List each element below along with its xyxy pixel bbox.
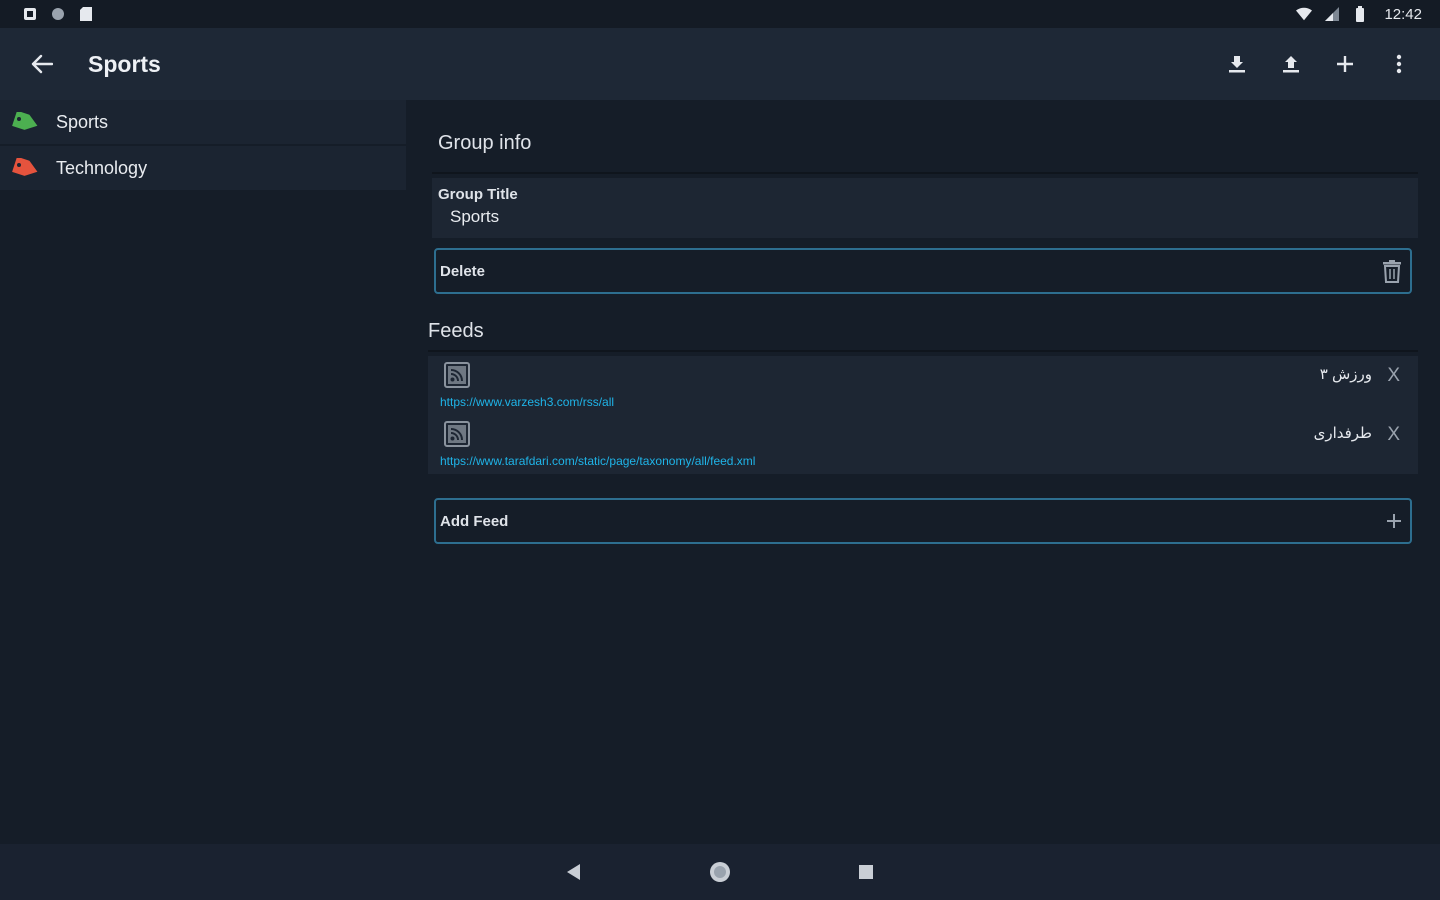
arrow-back-icon	[31, 54, 53, 74]
tag-icon	[12, 111, 40, 133]
more-vert-icon	[1396, 54, 1402, 74]
feed-name: طرفداری	[1313, 425, 1372, 442]
signal-icon	[1324, 6, 1340, 22]
group-detail-panel: Group info Group Title Sports Delete Fee…	[406, 100, 1440, 844]
wifi-icon	[1296, 6, 1313, 22]
feed-name: ورزش ۳	[1319, 366, 1372, 383]
feed-url[interactable]: https://www.tarafdari.com/static/page/ta…	[440, 454, 755, 468]
feed-item[interactable]: https://www.tarafdari.com/static/page/ta…	[428, 415, 1418, 474]
status-bar-right: 12:42	[1296, 6, 1422, 23]
plus-icon	[1387, 514, 1401, 528]
sd-card-icon	[78, 6, 94, 22]
app-bar: Sports	[0, 28, 1440, 100]
triangle-back-icon	[567, 864, 580, 880]
divider	[432, 172, 1418, 174]
group-title-label: Group Title	[438, 186, 518, 203]
add-feed-button[interactable]: Add Feed	[434, 498, 1412, 544]
notification-b-icon	[50, 6, 66, 22]
rss-icon	[444, 362, 470, 388]
delete-label: Delete	[440, 262, 486, 280]
export-icon	[1283, 56, 1299, 73]
remove-feed-icon[interactable]: X	[1387, 424, 1400, 446]
nav-recents-button[interactable]	[852, 858, 880, 886]
nav-home-button[interactable]	[706, 858, 734, 886]
trash-icon	[1383, 260, 1401, 283]
battery-icon	[1352, 6, 1368, 22]
sidebar-item-label: Technology	[56, 157, 148, 178]
feeds-heading: Feeds	[428, 320, 484, 342]
nav-back-button[interactable]	[560, 858, 588, 886]
import-button[interactable]	[1210, 40, 1264, 88]
add-feed-label: Add Feed	[440, 512, 509, 530]
group-title-value: Sports	[450, 207, 500, 226]
more-options-button[interactable]	[1372, 40, 1426, 88]
feed-item[interactable]: https://www.varzesh3.com/rss/all ورزش ۳ …	[428, 356, 1418, 415]
square-recents-icon	[859, 865, 873, 879]
export-button[interactable]	[1264, 40, 1318, 88]
divider	[428, 350, 1418, 352]
add-icon	[1337, 56, 1353, 72]
app-bar-actions	[1210, 40, 1426, 88]
add-button[interactable]	[1318, 40, 1372, 88]
feed-url[interactable]: https://www.varzesh3.com/rss/all	[440, 395, 614, 409]
remove-feed-icon[interactable]: X	[1387, 365, 1400, 387]
status-time: 12:42	[1384, 5, 1422, 23]
sidebar-item-label: Sports	[56, 111, 109, 132]
system-nav-bar	[0, 844, 1440, 900]
group-title-field[interactable]: Group Title Sports	[432, 178, 1418, 238]
circle-home-icon	[710, 862, 730, 882]
sidebar-item-sports[interactable]: Sports	[0, 100, 406, 146]
feed-list: https://www.varzesh3.com/rss/all ورزش ۳ …	[428, 356, 1418, 474]
notification-a-icon	[22, 6, 38, 22]
back-button[interactable]	[22, 44, 62, 84]
page-title: Sports	[88, 50, 161, 77]
delete-group-button[interactable]: Delete	[434, 248, 1412, 294]
sidebar-item-technology[interactable]: Technology	[0, 146, 406, 192]
group-sidebar: Sports Technology	[0, 100, 406, 844]
status-bar-left	[22, 6, 94, 22]
group-info-heading: Group info	[438, 132, 532, 154]
import-icon	[1229, 56, 1245, 73]
rss-icon	[444, 421, 470, 447]
tag-icon	[12, 157, 40, 179]
status-bar: 12:42	[0, 0, 1440, 28]
